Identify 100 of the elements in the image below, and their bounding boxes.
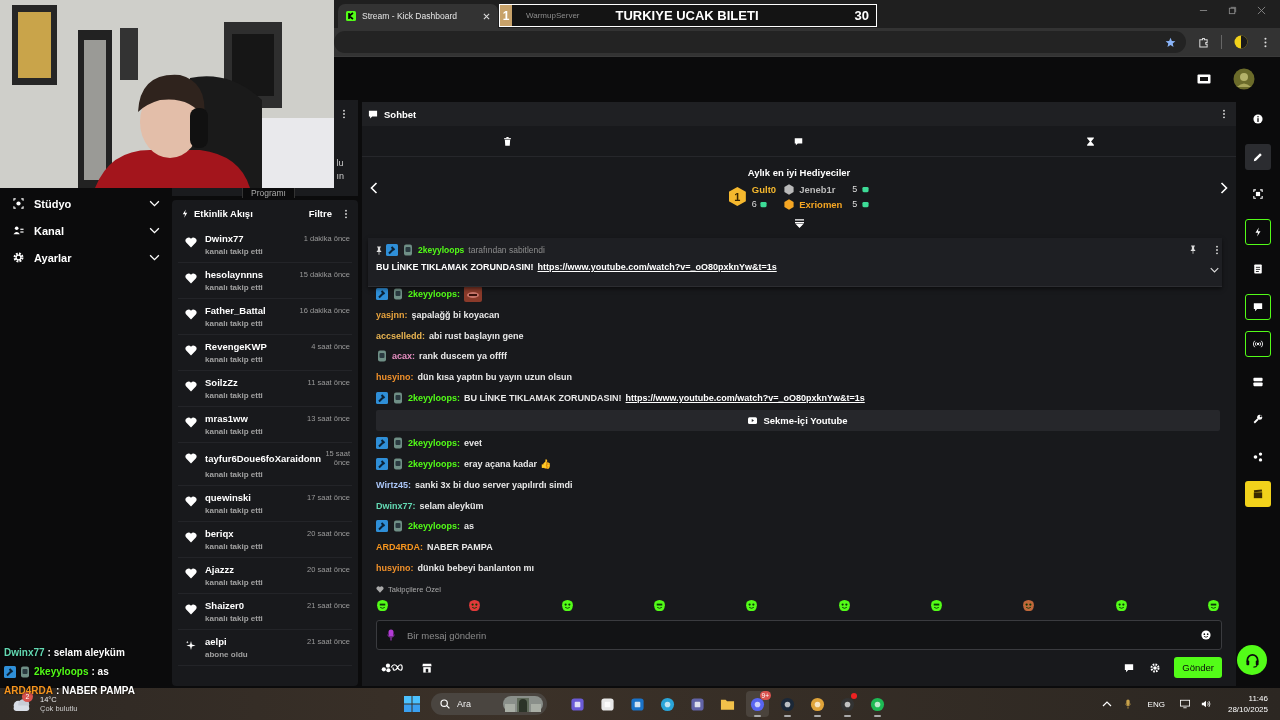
gift-count: 6 (751, 199, 757, 209)
clock[interactable]: 11:46 28/10/2025 (1227, 693, 1268, 715)
video-icon (1253, 376, 1263, 387)
scroll-down-icon[interactable] (793, 219, 805, 228)
chat-bubble-icon (368, 109, 378, 119)
chat-username[interactable]: 2keyyloops: (408, 438, 461, 449)
subscriber-badge-icon (392, 437, 404, 450)
chat-username[interactable]: 2keyyloops: (408, 392, 461, 403)
user-avatar[interactable] (1233, 67, 1255, 90)
info-icon (1253, 114, 1263, 124)
event-username: beriqx (205, 528, 234, 539)
chat-username[interactable]: Wirtz45: (376, 479, 411, 490)
chat-bubble-icon[interactable] (1124, 662, 1135, 673)
document-icon (1253, 264, 1263, 274)
link[interactable]: https://www.youtube.com/watch?v=_oO80pxknYw&t=1s (625, 392, 865, 403)
star-icon[interactable] (1165, 36, 1177, 48)
tool-button[interactable] (1245, 218, 1271, 245)
emote-icon[interactable] (376, 599, 389, 612)
restore-icon[interactable] (1228, 5, 1237, 15)
microphone-icon[interactable] (1122, 699, 1133, 709)
search-field[interactable]: Ara (431, 693, 547, 715)
chat-username[interactable]: 2keyyloops: (408, 459, 461, 470)
microphone-icon[interactable] (387, 629, 395, 641)
support-button[interactable] (1237, 645, 1267, 675)
film-icon[interactable] (1197, 73, 1211, 84)
nav-item[interactable]: Stüdyo (0, 190, 172, 217)
event-action: abone oldu (205, 650, 249, 659)
message-input[interactable]: Bir mesaj gönderin (405, 628, 1191, 642)
chat-username[interactable]: husyino: (376, 562, 414, 573)
trash-icon[interactable] (503, 136, 513, 146)
emote-icon[interactable] (560, 599, 574, 612)
chevron-up-icon[interactable] (1101, 699, 1112, 709)
send-button[interactable]: Gönder (1174, 657, 1222, 678)
tool-button[interactable] (1245, 293, 1271, 320)
chat-username[interactable]: yasjnn: (376, 310, 408, 321)
app-icon (870, 696, 885, 712)
chat-username[interactable]: Dwinx77: (376, 500, 416, 511)
heart-icon (185, 496, 197, 507)
tool-button[interactable] (1245, 143, 1271, 170)
puzzle-icon[interactable] (1198, 36, 1210, 48)
more-icon[interactable] (1222, 109, 1226, 119)
emote-icon[interactable] (1114, 599, 1128, 612)
app-icon (780, 696, 795, 712)
chat-username[interactable]: accselledd: (376, 330, 426, 341)
emote-icon[interactable] (837, 599, 851, 612)
subscriber-badge-icon (392, 288, 404, 301)
monitor-icon[interactable] (1179, 699, 1190, 709)
windows-start-icon[interactable] (404, 696, 420, 712)
nav-item[interactable]: Ayarlar (0, 244, 172, 271)
profile-avatar-icon[interactable] (1234, 35, 1249, 49)
chat-username[interactable]: 2keyyloops: (408, 289, 461, 300)
emote-icon[interactable] (745, 599, 759, 612)
chat-username[interactable]: husyino: (376, 372, 414, 383)
tool-button[interactable] (1245, 331, 1271, 357)
emote-icon[interactable] (929, 599, 943, 612)
lightning-icon (1253, 226, 1263, 237)
chevron-right-icon[interactable] (1220, 182, 1228, 194)
nodes-icon (1253, 451, 1263, 462)
heart-icon (185, 381, 197, 392)
chat-username[interactable]: 2keyyloops (418, 245, 465, 255)
chat-username[interactable]: 2keyyloops: (408, 521, 461, 532)
more-icon[interactable] (342, 109, 346, 119)
chevron-left-icon[interactable] (370, 182, 378, 194)
app-icon (690, 696, 705, 712)
more-icon[interactable] (1215, 245, 1219, 255)
filter-button[interactable]: Filtre (302, 208, 338, 219)
more-icon[interactable] (344, 208, 348, 219)
running-indicator (814, 715, 821, 717)
speaker-icon[interactable] (1200, 699, 1211, 709)
emoji-icon[interactable] (1201, 630, 1211, 640)
close-icon[interactable] (1257, 5, 1266, 15)
gift-count: 5 (852, 184, 858, 194)
k-logo-icon (346, 11, 356, 21)
nav-item[interactable]: Kanal (0, 217, 172, 244)
dots-infinity-icon[interactable] (380, 662, 406, 673)
camera-icon (13, 198, 24, 209)
language-indicator[interactable]: ENG (1147, 699, 1165, 709)
chat-message-text: BU LİNKE TIKLAMAK ZORUNDASIN! (464, 392, 622, 403)
gear-icon[interactable] (1150, 662, 1161, 673)
chat-username[interactable]: ARD4RDA: (376, 541, 423, 552)
chat-bubble-icon[interactable] (794, 136, 804, 146)
hourglass-icon[interactable] (1085, 136, 1095, 146)
browser-tab[interactable]: Stream - Kick Dashboard (338, 4, 498, 28)
youtube-embed-button[interactable]: Sekme-İçi Youtube (376, 410, 1220, 432)
emote-icon[interactable] (1206, 599, 1220, 612)
tool-button[interactable] (1245, 481, 1271, 507)
event-action: kanalı takip etti (205, 247, 264, 256)
link[interactable]: https://www.youtube.com/watch?v=_oO80pxknYw&t=1s (537, 262, 777, 272)
emote-icon[interactable] (653, 599, 666, 612)
chat-username[interactable]: acax: (392, 351, 416, 362)
browser-tab[interactable]: WarmupServer (526, 11, 580, 20)
pin-icon[interactable] (1190, 245, 1196, 254)
app-icon (750, 696, 765, 712)
chat-message-text: abi rust başlayın gene (429, 330, 524, 341)
heart-icon (185, 453, 197, 464)
store-icon[interactable] (422, 662, 432, 673)
message-field[interactable]: Bir mesaj gönderin (376, 620, 1222, 650)
event-username: aelpi (205, 636, 227, 647)
gear-icon (13, 252, 24, 263)
chevron-down-icon[interactable] (1210, 267, 1219, 273)
